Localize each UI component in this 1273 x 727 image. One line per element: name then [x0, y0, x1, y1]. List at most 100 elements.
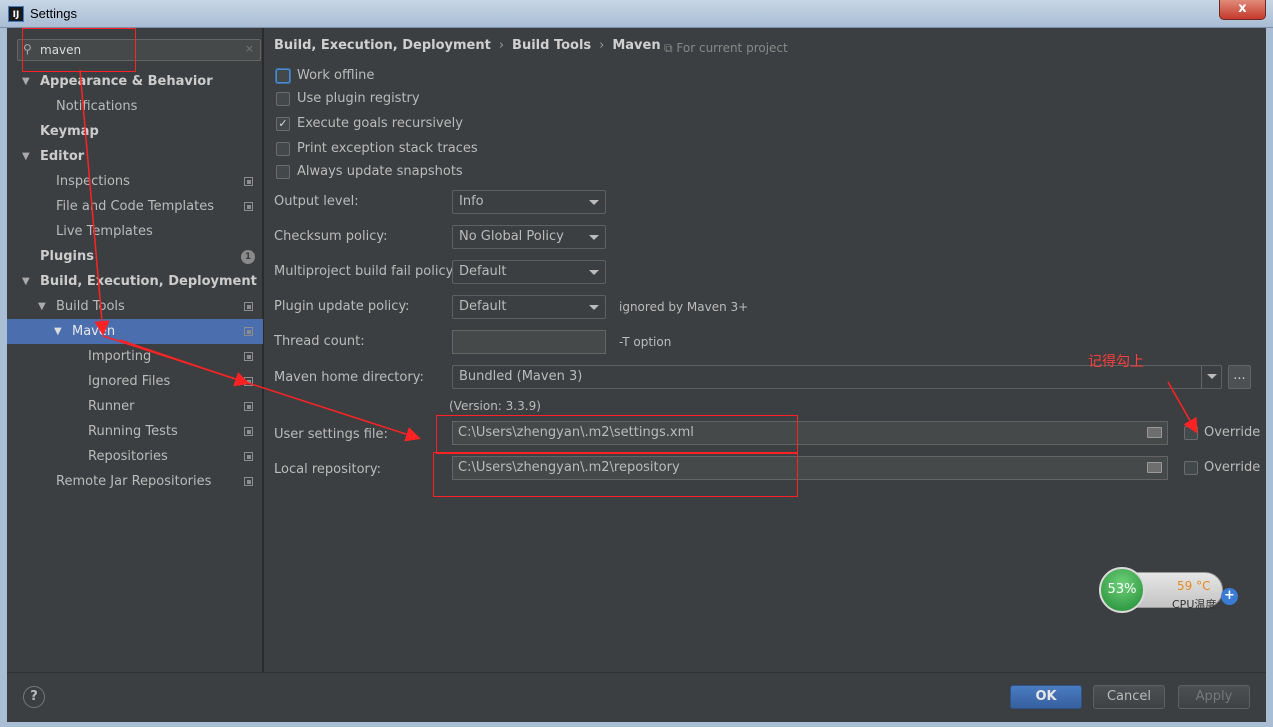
- plugin-update-policy-select[interactable]: Default: [452, 295, 606, 319]
- thread-count-hint: -T option: [619, 335, 672, 349]
- local-repository-label: Local repository:: [274, 462, 381, 477]
- scope-label: ⧉ For current project: [664, 41, 788, 56]
- apply-button[interactable]: Apply: [1178, 685, 1250, 709]
- sidebar-item-editor[interactable]: ▼ Editor: [7, 144, 263, 169]
- cpu-temperature-widget[interactable]: 59 °C CPU温度 + 53%: [1099, 567, 1238, 613]
- sidebar-item-inspections[interactable]: Inspections: [7, 169, 263, 194]
- annotation-note: 记得勾上: [1088, 354, 1144, 370]
- project-scope-icon: [244, 402, 253, 411]
- project-scope-icon: [244, 377, 253, 386]
- plus-icon[interactable]: +: [1221, 588, 1238, 605]
- thread-count-label: Thread count:: [274, 334, 365, 349]
- sidebar-item-runner[interactable]: Runner: [7, 394, 263, 419]
- checkbox-box[interactable]: [276, 69, 290, 83]
- dropdown-arrow-icon[interactable]: [1201, 365, 1221, 389]
- sidebar-item-notifications[interactable]: Notifications: [7, 94, 263, 119]
- project-scope-icon: [244, 477, 253, 486]
- dialog-button-bar: ? OK Cancel Apply: [7, 672, 1266, 722]
- cpu-label: CPU温度: [1172, 598, 1217, 611]
- intellij-icon: IJ: [8, 6, 24, 22]
- expand-arrow-icon[interactable]: ▼: [54, 319, 62, 344]
- folder-icon[interactable]: [1147, 462, 1162, 473]
- sidebar-item-running-tests[interactable]: Running Tests: [7, 419, 263, 444]
- sidebar-item-live-templates[interactable]: Live Templates: [7, 219, 263, 244]
- cpu-usage-gauge: 53%: [1099, 567, 1145, 613]
- clear-icon[interactable]: ×: [245, 42, 254, 55]
- multiproject-fail-policy-value: Default: [459, 264, 507, 279]
- expand-arrow-icon[interactable]: ▼: [22, 69, 30, 94]
- multiproject-fail-policy-label: Multiproject build fail policy:: [274, 264, 457, 279]
- sidebar-item-file-code-templates[interactable]: File and Code Templates: [7, 194, 263, 219]
- output-level-label: Output level:: [274, 194, 359, 209]
- multiproject-fail-policy-select[interactable]: Default: [452, 260, 606, 284]
- close-button[interactable]: x: [1219, 0, 1266, 20]
- dropdown-arrow-icon: [589, 235, 599, 240]
- window-frame-left: [0, 28, 7, 727]
- expand-arrow-icon[interactable]: ▼: [38, 294, 46, 319]
- sidebar-item-appearance-behavior[interactable]: ▼ Appearance & Behavior: [7, 69, 263, 94]
- window-frame-bottom: [0, 722, 1273, 727]
- sidebar-item-keymap[interactable]: Keymap: [7, 119, 263, 144]
- output-level-value: Info: [459, 194, 484, 209]
- maven-home-browse-button[interactable]: ...: [1228, 365, 1251, 389]
- checkmark-icon[interactable]: ✓: [276, 117, 290, 131]
- checkbox-box[interactable]: [276, 92, 290, 106]
- dropdown-arrow-icon: [589, 305, 599, 310]
- project-scope-icon: [244, 427, 253, 436]
- project-scope-icon: [244, 177, 253, 186]
- dropdown-arrow-icon: [589, 200, 599, 205]
- maven-version-label: (Version: 3.3.9): [449, 399, 541, 413]
- ok-button[interactable]: OK: [1010, 685, 1082, 709]
- breadcrumb-build-tools[interactable]: Build Tools: [512, 38, 591, 53]
- annotation-box-local-repository: [433, 452, 798, 497]
- breadcrumb-maven: Maven: [612, 38, 661, 53]
- breadcrumb-separator-icon: ›: [599, 38, 605, 53]
- breadcrumb-separator-icon: ›: [498, 38, 505, 53]
- breadcrumb-build-execution-deployment[interactable]: Build, Execution, Deployment: [274, 38, 491, 53]
- annotation-box-search: [22, 28, 136, 72]
- cancel-button[interactable]: Cancel: [1093, 685, 1165, 709]
- expand-arrow-icon[interactable]: ▼: [22, 269, 30, 294]
- checksum-policy-select[interactable]: No Global Policy: [452, 225, 606, 249]
- window-frame-right: [1266, 28, 1273, 727]
- sidebar-item-build-tools[interactable]: ▼ Build Tools: [7, 294, 263, 319]
- breadcrumb: Build, Execution, Deployment › Build Tools…: [274, 38, 661, 53]
- sidebar-item-build-execution-deployment[interactable]: ▼ Build, Execution, Deployment: [7, 269, 263, 294]
- output-level-select[interactable]: Info: [452, 190, 606, 214]
- thread-count-input[interactable]: [452, 330, 606, 354]
- checkbox-box[interactable]: [1184, 461, 1198, 475]
- sidebar-item-maven[interactable]: ▼ Maven: [7, 319, 263, 344]
- maven-home-label: Maven home directory:: [274, 370, 424, 385]
- project-scope-icon: [244, 352, 253, 361]
- checksum-policy-value: No Global Policy: [459, 229, 564, 244]
- cpu-temperature: 59 °C: [1177, 579, 1211, 593]
- expand-arrow-icon[interactable]: ▼: [22, 144, 30, 169]
- checkbox-box[interactable]: [1184, 426, 1198, 440]
- user-settings-file-label: User settings file:: [274, 427, 388, 442]
- project-scope-icon: [244, 327, 253, 336]
- plugin-update-policy-value: Default: [459, 299, 507, 314]
- help-button[interactable]: ?: [23, 686, 45, 708]
- settings-sidebar: ⚲ × ▼ Appearance & Behavior Notification…: [7, 28, 263, 672]
- window-title: Settings: [30, 6, 77, 21]
- project-scope-icon: [244, 452, 253, 461]
- plugin-update-hint: ignored by Maven 3+: [619, 300, 749, 314]
- scope-text: For current project: [676, 41, 788, 55]
- project-scope-icon: ⧉: [664, 41, 673, 55]
- annotation-box-user-settings: [436, 415, 798, 454]
- project-scope-icon: [244, 202, 253, 211]
- project-scope-icon: [244, 302, 253, 311]
- checkbox-box[interactable]: [276, 142, 290, 156]
- checkbox-box[interactable]: [276, 165, 290, 179]
- sidebar-item-importing[interactable]: Importing: [7, 344, 263, 369]
- window-titlebar: IJ Settings x: [0, 0, 1273, 28]
- maven-home-value: Bundled (Maven 3): [459, 369, 583, 384]
- sidebar-item-plugins[interactable]: Plugins 1: [7, 244, 263, 269]
- sidebar-item-repositories[interactable]: Repositories: [7, 444, 263, 469]
- sidebar-item-ignored-files[interactable]: Ignored Files: [7, 369, 263, 394]
- plugin-update-policy-label: Plugin update policy:: [274, 299, 410, 314]
- sidebar-item-remote-jar-repositories[interactable]: Remote Jar Repositories: [7, 469, 263, 494]
- folder-icon[interactable]: [1147, 427, 1162, 438]
- checksum-policy-label: Checksum policy:: [274, 229, 388, 244]
- dropdown-arrow-icon: [589, 270, 599, 275]
